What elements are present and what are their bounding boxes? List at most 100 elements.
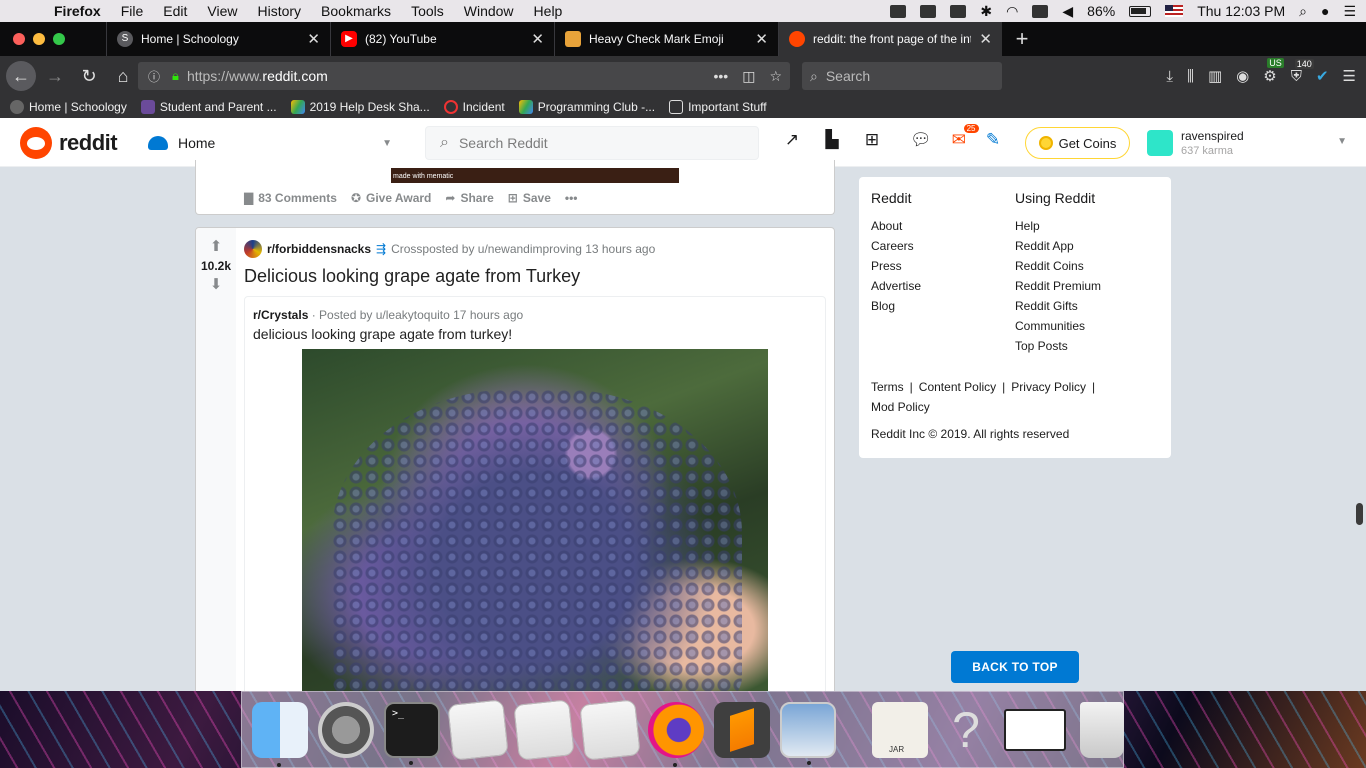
system-preferences-icon[interactable] bbox=[318, 701, 374, 758]
reddit-search-input[interactable]: ⌕ Search Reddit bbox=[425, 126, 759, 160]
vpn-icon[interactable] bbox=[950, 4, 967, 18]
bookmark-programming-club[interactable]: Programming Club -... bbox=[518, 100, 655, 114]
notification-center-icon[interactable]: ☰ bbox=[1343, 3, 1356, 20]
lock-icon[interactable]: 🔒︎ bbox=[172, 68, 179, 84]
bookmark-schoology[interactable]: Home | Schoology bbox=[10, 100, 127, 114]
page-actions-icon[interactable]: ••• bbox=[713, 68, 728, 84]
battery-icon[interactable] bbox=[1129, 5, 1152, 17]
menu-history[interactable]: History bbox=[257, 3, 301, 19]
crosspost-embed[interactable]: r/Crystals · Posted by u/leakytoquito 17… bbox=[244, 296, 826, 706]
bookmark-incident[interactable]: Incident bbox=[443, 100, 505, 114]
tab-emojipedia[interactable]: Heavy Check Mark Emoji ✕ bbox=[554, 22, 778, 56]
volume-icon[interactable]: ◀ bbox=[1062, 3, 1073, 20]
footer-link-top-posts[interactable]: Top Posts bbox=[1015, 336, 1101, 356]
site-info-icon[interactable]: ⓘ bbox=[148, 68, 160, 85]
firefox-icon[interactable] bbox=[648, 701, 704, 767]
more-options-icon[interactable]: ••• bbox=[565, 191, 578, 205]
subreddit-link[interactable]: r/forbiddensnacks bbox=[267, 242, 371, 256]
battery-percent[interactable]: 86% bbox=[1087, 3, 1115, 19]
textedit-icon[interactable] bbox=[513, 698, 575, 761]
upvote-icon[interactable]: ⬆ bbox=[210, 238, 223, 256]
script-editor-icon[interactable] bbox=[447, 698, 509, 761]
finder-icon[interactable] bbox=[252, 701, 308, 767]
menu-hamburger-icon[interactable]: ☰ bbox=[1343, 67, 1356, 85]
menu-app-name[interactable]: Firefox bbox=[54, 3, 101, 19]
orig-post-title[interactable]: delicious looking grape agate from turke… bbox=[253, 326, 512, 342]
minimize-window-button[interactable] bbox=[33, 33, 45, 45]
footer-link-mod-policy[interactable]: Mod Policy bbox=[871, 400, 930, 414]
extension-check-icon[interactable]: ✔ bbox=[1316, 67, 1329, 85]
grape-agate-image[interactable] bbox=[302, 349, 768, 699]
notes-document-icon[interactable] bbox=[579, 698, 641, 761]
orig-subreddit-link[interactable]: r/Crystals bbox=[253, 308, 308, 322]
trash-icon[interactable] bbox=[1080, 701, 1124, 758]
footer-link-privacy-policy[interactable]: Privacy Policy bbox=[1011, 380, 1086, 394]
tab-schoology[interactable]: S Home | Schoology ✕ bbox=[106, 22, 330, 56]
footer-link-about[interactable]: About bbox=[871, 216, 921, 236]
footer-link-terms[interactable]: Terms bbox=[871, 380, 904, 394]
footer-link-reddit-app[interactable]: Reddit App bbox=[1015, 236, 1101, 256]
forward-button[interactable]: → bbox=[40, 61, 70, 91]
feed-selector[interactable]: Home ▼ bbox=[148, 130, 398, 156]
close-tab-icon[interactable]: ✕ bbox=[979, 30, 992, 48]
menu-view[interactable]: View bbox=[207, 3, 237, 19]
close-tab-icon[interactable]: ✕ bbox=[755, 30, 768, 48]
footer-link-communities[interactable]: Communities bbox=[1015, 316, 1101, 336]
share-button[interactable]: ➦ Share bbox=[445, 191, 493, 205]
bookmark-help-desk[interactable]: 2019 Help Desk Sha... bbox=[290, 100, 430, 114]
post-card[interactable]: ⬆ 10.2k ⬇ r/forbiddensnacks ⇶ Crossposte… bbox=[195, 227, 835, 707]
url-bar[interactable]: ⓘ 🔒︎ https://www.reddit.com ••• ◫ ☆ bbox=[138, 62, 790, 90]
preview-icon[interactable] bbox=[780, 701, 836, 765]
create-post-icon[interactable]: ✎ bbox=[986, 130, 1000, 150]
tab-youtube[interactable]: ▶ (82) YouTube ✕ bbox=[330, 22, 554, 56]
mail-icon[interactable]: ✉ 25 bbox=[952, 124, 979, 150]
tab-reddit[interactable]: reddit: the front page of the internet ✕ bbox=[778, 22, 1002, 56]
all-icon[interactable]: ▙ bbox=[822, 130, 842, 150]
window-minimized-icon[interactable] bbox=[1004, 708, 1066, 751]
airplay-icon[interactable] bbox=[1032, 4, 1049, 18]
close-tab-icon[interactable]: ✕ bbox=[531, 30, 544, 48]
account-icon[interactable]: ◉ bbox=[1236, 67, 1249, 85]
menu-file[interactable]: File bbox=[121, 3, 144, 19]
menu-edit[interactable]: Edit bbox=[163, 3, 187, 19]
close-tab-icon[interactable]: ✕ bbox=[307, 30, 320, 48]
reload-button[interactable]: ↻ bbox=[74, 61, 104, 91]
menu-help[interactable]: Help bbox=[534, 3, 563, 19]
back-to-top-button[interactable]: BACK TO TOP bbox=[951, 651, 1079, 683]
rpan-icon[interactable]: ⊞ bbox=[862, 130, 882, 150]
clock[interactable]: Thu 12:03 PM bbox=[1197, 3, 1285, 19]
unknown-app-icon[interactable]: ? bbox=[938, 702, 994, 758]
bookmark-important-stuff[interactable]: Important Stuff bbox=[669, 100, 767, 114]
reddit-logo[interactable]: reddit bbox=[20, 127, 118, 159]
popular-icon[interactable]: ↗ bbox=[782, 130, 802, 150]
bookmark-student-parent[interactable]: Student and Parent ... bbox=[140, 100, 277, 114]
subreddit-icon[interactable] bbox=[244, 240, 262, 258]
footer-link-press[interactable]: Press bbox=[871, 256, 921, 276]
input-source-flag-icon[interactable] bbox=[1165, 5, 1184, 17]
post-title[interactable]: Delicious looking grape agate from Turke… bbox=[244, 266, 580, 287]
close-window-button[interactable] bbox=[13, 33, 25, 45]
sublime-text-icon[interactable] bbox=[714, 701, 770, 758]
save-button[interactable]: ⊞ Save bbox=[508, 191, 551, 205]
downloads-icon[interactable]: ⤓ bbox=[1166, 68, 1173, 85]
terminal-icon[interactable]: >_ bbox=[384, 701, 440, 765]
footer-link-careers[interactable]: Careers bbox=[871, 236, 921, 256]
post-image[interactable]: made with mematic bbox=[391, 168, 679, 183]
spotlight-search-icon[interactable]: ⌕ bbox=[1299, 3, 1307, 20]
user-dropdown[interactable]: ravenspired 637 karma ▼ bbox=[1147, 129, 1347, 157]
post-card[interactable]: made with mematic ▇ 83 Comments ✪ Give Awa… bbox=[195, 160, 835, 215]
new-tab-button[interactable]: + bbox=[1002, 22, 1042, 56]
bluetooth-icon[interactable]: ✱ bbox=[980, 3, 992, 20]
pocket-icon[interactable]: ◫ bbox=[742, 68, 755, 85]
search-bar[interactable]: ⌕ Search bbox=[802, 62, 1002, 90]
wifi-icon[interactable]: ◠ bbox=[1006, 3, 1018, 20]
comments-button[interactable]: ▇ 83 Comments bbox=[244, 191, 337, 205]
dropbox-icon[interactable] bbox=[890, 4, 907, 18]
siri-icon[interactable]: ● bbox=[1321, 3, 1329, 19]
footer-link-reddit-coins[interactable]: Reddit Coins bbox=[1015, 256, 1101, 276]
give-award-button[interactable]: ✪ Give Award bbox=[351, 191, 431, 205]
bookmark-star-icon[interactable]: ☆ bbox=[769, 68, 782, 85]
back-button[interactable]: ← bbox=[6, 61, 36, 91]
footer-link-content-policy[interactable]: Content Policy bbox=[919, 380, 996, 394]
chat-icon[interactable]: 💬︎ bbox=[910, 130, 932, 150]
